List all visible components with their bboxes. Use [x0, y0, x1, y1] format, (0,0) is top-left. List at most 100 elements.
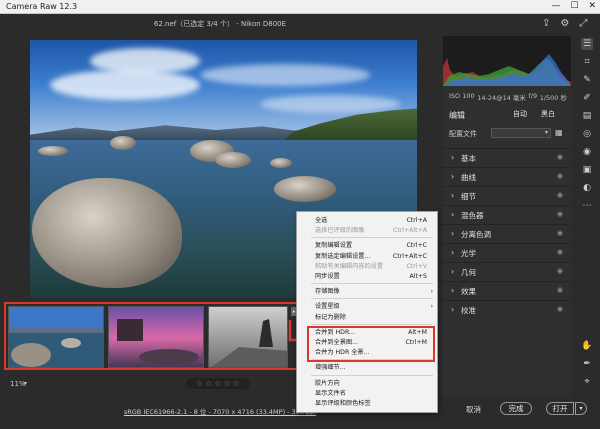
- menu-item-shortcut: Alt+S: [409, 273, 428, 280]
- menu-item-label: 选择已评级的图像: [315, 227, 365, 235]
- profile-select[interactable]: ▾: [491, 128, 551, 138]
- preview-rock: [215, 152, 251, 168]
- filmstrip-thumbnail[interactable]: [8, 306, 104, 368]
- panel-section[interactable]: › 基本 ◉: [443, 148, 571, 167]
- rating-stars[interactable]: ☆ ☆ ☆ ☆ ☆: [186, 378, 250, 389]
- chevron-down-icon[interactable]: ▾: [24, 380, 27, 387]
- panel-section[interactable]: › 曲线 ◉: [443, 167, 571, 186]
- presets-icon[interactable]: ◐: [581, 182, 593, 194]
- panel-section[interactable]: › 分离色调 ◉: [443, 224, 571, 243]
- open-button[interactable]: 打开: [546, 402, 574, 415]
- menu-item[interactable]: 同步设置 Alt+S: [297, 271, 437, 282]
- menu-item-label: 同步设置: [315, 273, 340, 280]
- file-title: 62.nef（已选定 3/4 个） - Nikon D800E: [153, 20, 287, 28]
- tool-strip: ☰ ⌗ ✎ ✐ ▤ ◎ ◉ ▣ ◐ ⋯ ✋ ✒ ⌖: [576, 36, 598, 406]
- eye-icon[interactable]: ◉: [557, 153, 563, 161]
- eye-icon[interactable]: ◉: [557, 248, 563, 256]
- panel-section-label: 光学: [461, 249, 476, 258]
- star-icon[interactable]: ☆: [224, 378, 231, 389]
- profile-row: 配置文件 ▾ ▦: [449, 128, 567, 140]
- eye-icon[interactable]: ◉: [557, 305, 563, 313]
- menu-item[interactable]: 增强细节...: [297, 362, 437, 373]
- star-icon[interactable]: ☆: [214, 378, 221, 389]
- radial-icon[interactable]: ◎: [581, 128, 593, 140]
- fullscreen-icon[interactable]: ⤢: [579, 18, 587, 29]
- panel-section-label: 几何: [461, 268, 476, 277]
- iso-value: ISO 100: [449, 92, 475, 100]
- minimize-button[interactable]: —: [551, 1, 560, 11]
- edit-title: 编辑: [449, 111, 465, 120]
- done-button[interactable]: 完成: [500, 402, 532, 415]
- exif-info: ISO 100 14-24@14 毫米 f/9 1/500 秒: [449, 92, 567, 102]
- maximize-button[interactable]: ☐: [570, 1, 578, 11]
- panel-section[interactable]: › 细节 ◉: [443, 186, 571, 205]
- chevron-right-icon: ›: [451, 248, 455, 257]
- snapshot-icon[interactable]: ▣: [581, 164, 593, 176]
- menu-item-label: 增强细节...: [315, 364, 346, 372]
- preview-cloud: [50, 70, 200, 100]
- chevron-right-icon: ›: [451, 210, 455, 219]
- menu-item-label: 标记为删除: [315, 313, 346, 321]
- context-menu: 全选 Ctrl+A 选择已评级的图像 Ctrl+Alt+A 复制编辑设置 Ctrl+C 复制…: [296, 211, 438, 413]
- panel-section[interactable]: › 效果 ◉: [443, 281, 571, 300]
- preview-cloud: [200, 64, 370, 86]
- auto-button[interactable]: 自动: [513, 109, 527, 119]
- menu-item-label: 存储图像: [315, 288, 340, 296]
- bw-button[interactable]: 黑白: [541, 109, 555, 119]
- app-title: Camera Raw 12.3: [6, 2, 78, 11]
- menu-item[interactable]: 存储图像 ›: [297, 286, 437, 297]
- panel-section[interactable]: › 校准 ◉: [443, 300, 571, 319]
- redeye-icon[interactable]: ◉: [581, 146, 593, 158]
- filmstrip-thumbnail[interactable]: [108, 306, 204, 368]
- menu-item[interactable]: 显示评级和颜色标签: [297, 398, 437, 409]
- eye-icon[interactable]: ◉: [557, 229, 563, 237]
- panel-section-label: 细节: [461, 192, 476, 201]
- panel-section[interactable]: › 光学 ◉: [443, 243, 571, 262]
- thumbnail-sunset: [109, 307, 203, 367]
- menu-separator: [311, 323, 433, 325]
- eye-icon[interactable]: ◉: [557, 172, 563, 180]
- menu-item: 选择已评级的图像 Ctrl+Alt+A: [297, 225, 437, 236]
- chevron-down-icon: ▾: [544, 129, 548, 136]
- window-controls: — ☐ ✕: [551, 1, 596, 11]
- export-icon[interactable]: ⇪: [542, 18, 550, 29]
- chevron-right-icon: ›: [451, 286, 455, 295]
- sliders-icon[interactable]: ☰: [581, 38, 593, 50]
- menu-separator: [311, 298, 433, 300]
- window-titlebar: Camera Raw 12.3 — ☐ ✕: [0, 0, 600, 14]
- eye-icon[interactable]: ◉: [557, 286, 563, 294]
- chevron-right-icon: ›: [451, 267, 455, 276]
- cancel-button[interactable]: 取消: [466, 404, 481, 415]
- panel-section[interactable]: › 几何 ◉: [443, 262, 571, 281]
- filmstrip-thumbnail[interactable]: [208, 306, 288, 368]
- filmstrip-highlight: •••: [4, 302, 304, 370]
- top-icons: ⇪ ⚙ ⤢: [542, 18, 587, 29]
- brush-icon[interactable]: ✐: [581, 92, 593, 104]
- profile-browser-icon[interactable]: ▦: [555, 128, 563, 137]
- eye-icon[interactable]: ◉: [557, 267, 563, 275]
- eye-icon[interactable]: ◉: [557, 210, 563, 218]
- star-icon[interactable]: ☆: [196, 378, 203, 389]
- eyedropper-icon[interactable]: ✒: [581, 358, 593, 370]
- more-icon[interactable]: ⋯: [581, 200, 593, 212]
- crop-icon[interactable]: ⌗: [581, 56, 593, 68]
- panel-section[interactable]: › 混色器 ◉: [443, 205, 571, 224]
- menu-separator: [311, 283, 433, 285]
- panel-section-label: 基本: [461, 154, 476, 163]
- hand-icon[interactable]: ✋: [581, 340, 593, 352]
- chevron-down-icon[interactable]: ▾: [575, 402, 587, 415]
- heal-icon[interactable]: ✎: [581, 74, 593, 86]
- chevron-right-icon: ›: [451, 153, 455, 162]
- close-button[interactable]: ✕: [588, 1, 596, 11]
- star-icon[interactable]: ☆: [205, 378, 212, 389]
- gradient-icon[interactable]: ▤: [581, 110, 593, 122]
- eye-icon[interactable]: ◉: [557, 191, 563, 199]
- menu-item[interactable]: 标记为删除: [297, 312, 437, 323]
- color-sampler-icon[interactable]: ⌖: [581, 376, 593, 388]
- gear-icon[interactable]: ⚙: [560, 18, 569, 29]
- thumbnail-lake: [9, 307, 103, 367]
- panel-section-label: 混色器: [461, 211, 484, 220]
- chevron-right-icon: ›: [451, 191, 455, 200]
- menu-separator: [311, 374, 433, 376]
- star-icon[interactable]: ☆: [233, 378, 240, 389]
